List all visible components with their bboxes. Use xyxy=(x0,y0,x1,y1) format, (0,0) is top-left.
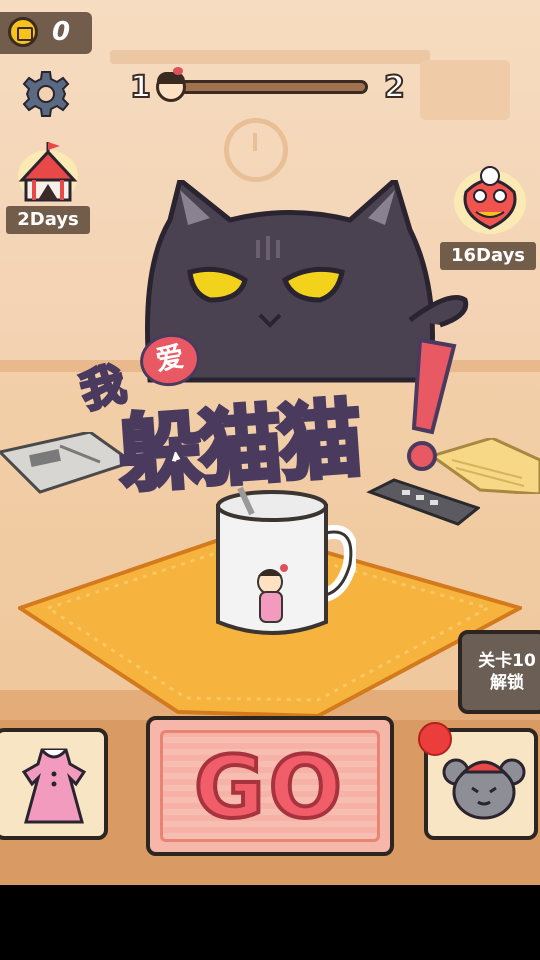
notification-dot xyxy=(418,722,452,756)
wall-frame xyxy=(420,60,510,120)
wall-clock xyxy=(224,118,288,182)
lion-dance-icon[interactable] xyxy=(452,162,528,236)
unlock-line-1: 关卡10 xyxy=(478,651,536,671)
gear-icon[interactable] xyxy=(22,70,70,118)
coin-icon xyxy=(8,17,38,47)
circus-tent-icon[interactable] xyxy=(16,140,80,204)
go-label: GO xyxy=(192,736,346,840)
logo-exclamation xyxy=(407,337,457,471)
level-progress-bar xyxy=(178,80,368,94)
event-timer-right: 16Days xyxy=(440,242,536,270)
coin-count: 0 xyxy=(52,17,71,47)
level-next: 2 xyxy=(383,69,406,106)
player-avatar-icon xyxy=(156,67,186,102)
event-timer-left: 2Days xyxy=(6,206,90,234)
logo-title: 躲猫猫 xyxy=(113,388,363,507)
white-mug xyxy=(216,486,356,635)
go-button[interactable]: GO xyxy=(146,716,394,856)
level-current: 1 xyxy=(129,69,152,106)
mouse-icon xyxy=(442,758,526,820)
dress-icon xyxy=(21,748,87,824)
outfit-button[interactable] xyxy=(0,728,108,840)
wall-shelf xyxy=(110,50,430,64)
level-10-unlock-card[interactable]: 关卡10 解锁 xyxy=(458,630,540,714)
newspaper xyxy=(0,432,132,494)
game-scene: 我 爱 躲猫猫 0 1 2 2Days 16Days GO 关卡10 解锁 xyxy=(0,0,540,885)
unlock-line-2: 解锁 xyxy=(490,673,524,693)
